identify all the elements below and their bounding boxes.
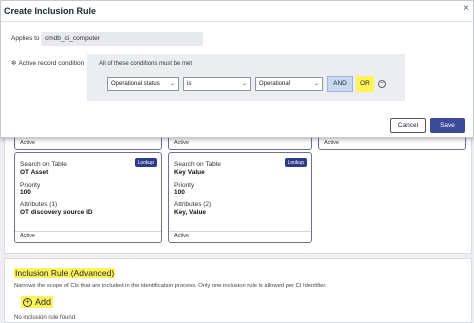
modal-title: Create Inclusion Rule [4, 6, 97, 16]
save-button[interactable]: Save [430, 118, 465, 133]
lookup-badge: Lookup [284, 158, 307, 167]
field-select[interactable]: Operational status ⌄ [107, 77, 179, 91]
card-active-label: Active [174, 140, 189, 146]
operator-select-value: is [187, 81, 192, 87]
table-name: Key Value [174, 169, 205, 176]
applies-to-field: cmdb_ci_computer [41, 32, 203, 46]
title-divider [1, 21, 473, 22]
inclusion-rule-advanced-panel: Inclusion Rule (Advanced) Narrows the sc… [4, 258, 472, 323]
priority-value: 100 [20, 189, 31, 196]
chevron-down-icon: ⌄ [169, 81, 175, 87]
priority-label: Priority [174, 182, 195, 189]
search-on-table-label: Search on Table [174, 161, 221, 168]
chevron-down-icon: ⌄ [241, 81, 247, 87]
search-on-table-label: Search on Table [20, 161, 67, 168]
priority-value: 100 [174, 189, 185, 196]
add-inclusion-rule-button[interactable]: + Add [21, 296, 54, 308]
add-circle-icon: + [23, 297, 32, 307]
create-inclusion-rule-modal: Create Inclusion Rule × Applies to cmdb_… [0, 0, 474, 138]
card-active-label: Active [324, 140, 339, 146]
active-record-condition-text: Active record condition [18, 60, 85, 67]
attributes-label: Attributes (1) [20, 201, 58, 208]
table-name: OT Asset [20, 169, 49, 176]
lookup-badge: Lookup [134, 158, 157, 167]
asterisk-icon: ✻ [11, 60, 17, 67]
value-select[interactable]: Operational ⌄ [255, 77, 323, 91]
attributes-value: Key, Value [174, 209, 207, 216]
or-button[interactable]: OR [356, 76, 374, 92]
close-icon[interactable]: × [463, 3, 469, 15]
attributes-value: OT discovery source ID [20, 209, 93, 216]
remove-condition-icon[interactable]: − [378, 80, 386, 88]
active-record-condition-label: ✻ Active record condition [11, 59, 84, 67]
card-divider [15, 231, 161, 232]
cancel-button[interactable]: Cancel [390, 118, 426, 133]
and-button[interactable]: AND [327, 76, 353, 92]
identifier-card-key-value[interactable]: Lookup Search on Table Key Value Priorit… [168, 152, 312, 243]
card-active-label: Active [20, 233, 35, 239]
value-select-value: Operational [259, 81, 291, 87]
conditions-heading: All of these conditions must be met [99, 61, 193, 67]
chevron-down-icon: ⌄ [313, 81, 319, 87]
applies-to-label: Applies to [11, 35, 40, 42]
card-active-label: Active [174, 233, 189, 239]
empty-state-text: No inclusion rule found [14, 315, 76, 321]
condition-builder: All of these conditions must be met Oper… [87, 54, 405, 101]
attributes-label: Attributes (2) [174, 201, 212, 208]
priority-label: Priority [20, 182, 41, 189]
operator-select[interactable]: is ⌄ [183, 77, 251, 91]
field-select-value: Operational status [111, 81, 160, 87]
inclusion-rule-description: Narrows the scope of CIs that are includ… [14, 283, 327, 289]
card-divider [169, 231, 311, 232]
add-label: Add [35, 297, 52, 307]
card-active-label: Active [20, 140, 35, 146]
inclusion-rule-advanced-title: Inclusion Rule (Advanced) [14, 268, 116, 278]
identifier-card-ot-asset[interactable]: Lookup Search on Table OT Asset Priority… [14, 152, 162, 243]
